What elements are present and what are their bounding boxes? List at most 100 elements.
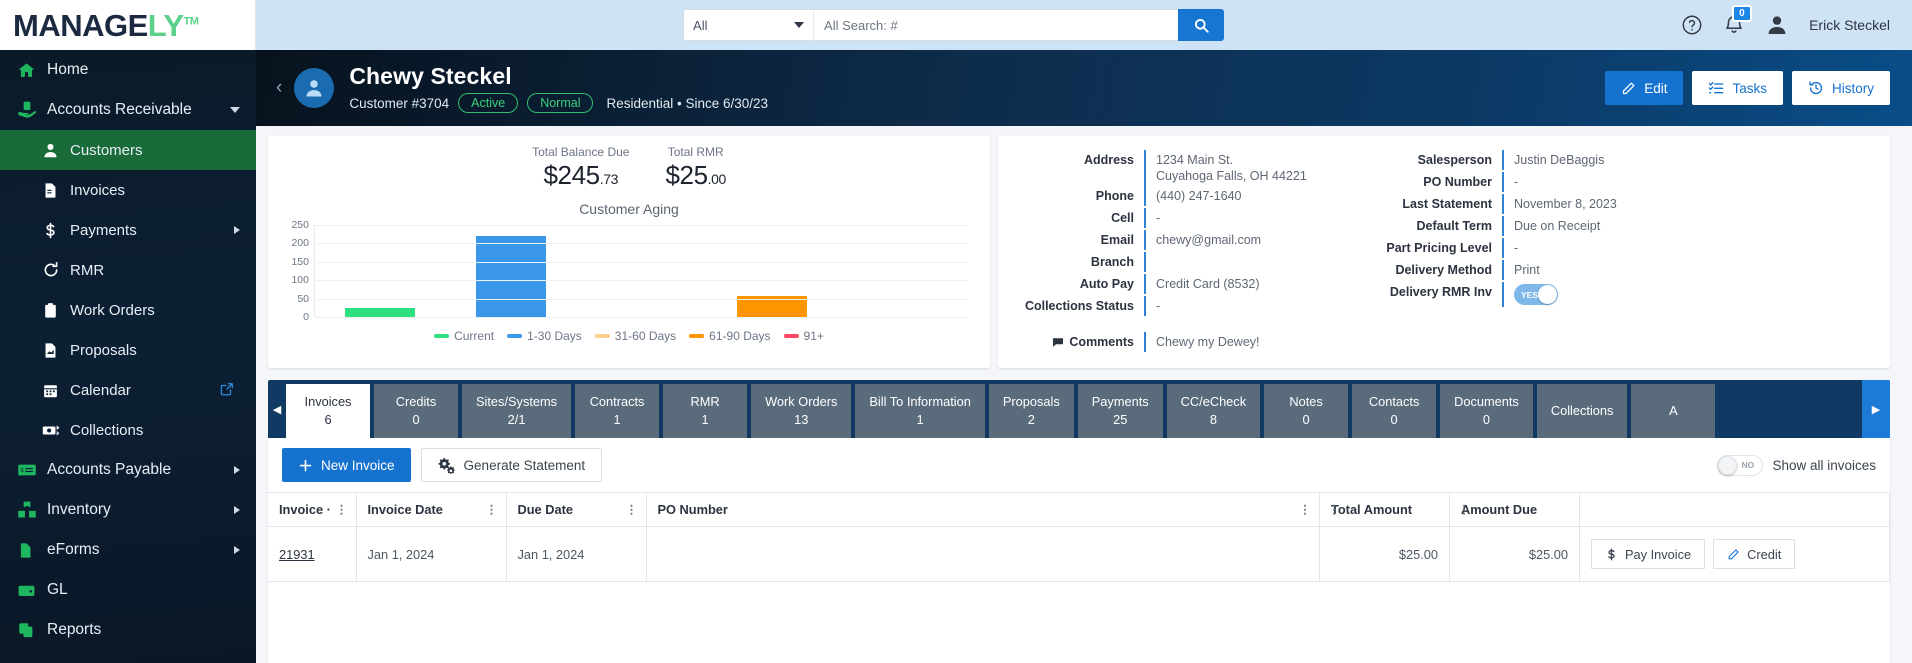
column-menu-icon[interactable]: ⋮: [336, 503, 348, 515]
info-value-line: Credit Card (8532): [1156, 277, 1260, 291]
tab-label: Payments: [1091, 394, 1149, 409]
search-button[interactable]: [1178, 9, 1225, 41]
sidebar-item-label: Home: [47, 61, 89, 78]
table-header-row: Invoice · ⋮ Invoice Date ⋮ Due Date ⋮ PO Numbe…: [268, 492, 1890, 527]
column-menu-icon[interactable]: ⋮: [486, 503, 498, 515]
help-button[interactable]: [1681, 14, 1703, 36]
info-left-rows: Address 1234 Main St. Cuyahoga Falls, OH 4…: [1016, 150, 1356, 318]
global-search: All: [683, 9, 1225, 41]
tab-credits[interactable]: Credits 0: [374, 384, 458, 438]
sidebar-item-accounts-receivable[interactable]: Accounts Receivable: [0, 90, 256, 130]
tab-contacts[interactable]: Contacts 0: [1352, 384, 1437, 438]
tab-sites-systems[interactable]: Sites/Systems 2/1: [462, 384, 572, 438]
history-button[interactable]: History: [1791, 71, 1890, 105]
info-row: Auto Pay Credit Card (8532): [1016, 274, 1356, 296]
tabs-scroll-right-button[interactable]: ▶: [1862, 380, 1890, 438]
info-label: Collections Status: [1024, 299, 1134, 313]
tab-rmr[interactable]: RMR 1: [663, 384, 748, 438]
table-header-cell[interactable]: Total Amount ⋮: [1319, 492, 1450, 527]
top-bar-user-area: 0 Erick Steckel: [1681, 0, 1912, 50]
tasks-button[interactable]: Tasks: [1692, 71, 1783, 105]
column-menu-icon[interactable]: ⋮: [1458, 503, 1571, 515]
tab-cc-echeck[interactable]: CC/eCheck 8: [1166, 384, 1261, 438]
tab-work-orders[interactable]: Work Orders 13: [751, 384, 852, 438]
check-icon: $: [17, 460, 47, 480]
delivery-rmr-toggle[interactable]: YES: [1514, 284, 1558, 305]
external-link-icon[interactable]: [220, 382, 234, 399]
user-avatar-button[interactable]: [1765, 13, 1789, 37]
tab-a[interactable]: A: [1631, 384, 1716, 438]
sidebar-item-proposals[interactable]: Proposals: [0, 330, 256, 370]
app-logo[interactable]: MANAGELYTM: [0, 0, 256, 50]
generate-statement-label: Generate Statement: [463, 457, 586, 473]
total-rmr-label: Total RMR: [667, 145, 724, 159]
chevron-down-icon: [794, 22, 805, 28]
edit-button[interactable]: Edit: [1605, 71, 1684, 105]
collapse-chevron-left-icon[interactable]: ‹: [264, 77, 294, 99]
info-value-line: -: [1514, 175, 1519, 189]
tab-count: 1: [701, 412, 709, 427]
table-header-cell[interactable]: [1579, 492, 1890, 527]
sidebar-item-accounts-payable[interactable]: $ Accounts Payable: [0, 450, 256, 490]
table-header-cell[interactable]: Invoice Date ⋮: [356, 492, 507, 527]
info-value-line: November 8, 2023: [1514, 197, 1617, 211]
sidebar-item-invoices[interactable]: Invoices: [0, 170, 256, 210]
new-invoice-button[interactable]: New Invoice: [282, 448, 411, 482]
tab-proposals[interactable]: Proposals 2: [988, 384, 1074, 438]
sidebar-item-customers[interactable]: Customers: [0, 130, 256, 170]
chart-legend-item[interactable]: 61-90 Days: [689, 329, 771, 343]
tab-documents[interactable]: Documents 0: [1440, 384, 1533, 438]
legend-label: 61-90 Days: [709, 329, 771, 343]
info-value-line: 1234 Main St.: [1156, 153, 1234, 167]
table-row[interactable]: 21931 Jan 1, 2024 Jan 1, 2024 $25.00 $25.00 P…: [268, 526, 1890, 582]
user-name[interactable]: Erick Steckel: [1809, 17, 1890, 33]
sidebar-item-calendar[interactable]: Calendar: [0, 370, 256, 410]
notifications-button[interactable]: 0: [1723, 5, 1752, 36]
sidebar-item-inventory[interactable]: Inventory: [0, 490, 256, 530]
show-all-invoices-toggle[interactable]: NO: [1717, 454, 1764, 476]
notification-badge: 0: [1732, 5, 1752, 22]
sidebar-item-payments[interactable]: Payments: [0, 210, 256, 250]
table-header-cell[interactable]: PO Number ⋮: [646, 492, 1320, 527]
sidebar-item-work-orders[interactable]: Work Orders: [0, 290, 256, 330]
tab-count: 0: [1302, 412, 1310, 427]
new-invoice-label: New Invoice: [321, 457, 395, 473]
tab-label: Bill To Information: [869, 394, 971, 409]
tab-notes[interactable]: Notes 0: [1264, 384, 1349, 438]
table-header-cell[interactable]: Due Date ⋮: [506, 492, 647, 527]
chart-legend-item[interactable]: Current: [434, 329, 494, 343]
pay-invoice-button[interactable]: Pay Invoice: [1591, 539, 1706, 569]
tab-collections[interactable]: Collections: [1536, 384, 1628, 438]
tab-payments[interactable]: Payments 25: [1077, 384, 1163, 438]
sidebar-item-eforms[interactable]: eForms: [0, 530, 256, 570]
tab-invoices[interactable]: Invoices 6: [286, 384, 370, 438]
chart-legend-item[interactable]: 31-60 Days: [594, 329, 676, 343]
invoice-number-link[interactable]: 21931: [279, 547, 315, 562]
sidebar-item-gl[interactable]: GL: [0, 570, 256, 610]
chart-legend-item[interactable]: 91+: [783, 329, 824, 343]
search-scope-select[interactable]: All: [683, 9, 814, 41]
column-menu-icon[interactable]: ⋮: [1299, 503, 1311, 515]
tab-label: Documents: [1454, 394, 1519, 409]
sidebar-item-home[interactable]: Home: [0, 50, 256, 90]
sidebar-item-collections[interactable]: Collections: [0, 410, 256, 450]
tab-bill-to-information[interactable]: Bill To Information 1: [855, 384, 985, 438]
table-header-label: PO Number: [657, 502, 728, 517]
tab-contracts[interactable]: Contracts 1: [575, 384, 660, 438]
table-header-cell[interactable]: Amount Due ⋮: [1449, 492, 1580, 527]
search-input[interactable]: [813, 9, 1179, 41]
toggle-knob: [1718, 455, 1738, 475]
sidebar-item-rmr[interactable]: RMR: [0, 250, 256, 290]
refresh-icon: [42, 261, 70, 279]
column-menu-icon[interactable]: ⋮: [1328, 503, 1441, 515]
chart-legend-item[interactable]: 1-30 Days: [507, 329, 582, 343]
chart-bar-current: [345, 307, 416, 317]
logo-accent: LY: [147, 7, 184, 43]
table-header-cell[interactable]: Invoice · ⋮: [268, 492, 357, 527]
column-menu-icon[interactable]: ⋮: [626, 503, 638, 515]
tabs-scroll-left-button[interactable]: ◀: [268, 380, 286, 438]
credit-button[interactable]: Credit: [1713, 539, 1796, 569]
invoices-table: Invoice · ⋮ Invoice Date ⋮ Due Date ⋮ PO Numbe…: [268, 492, 1890, 582]
sidebar-item-reports[interactable]: Reports: [0, 610, 256, 650]
generate-statement-button[interactable]: Generate Statement: [420, 448, 603, 482]
